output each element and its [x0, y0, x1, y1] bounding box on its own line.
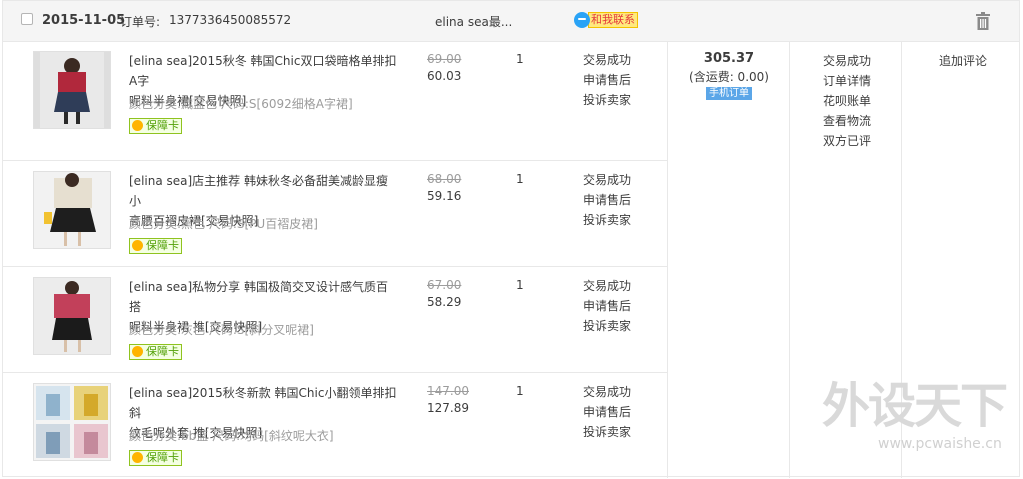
- coin-icon: [132, 120, 143, 131]
- order-checkbox[interactable]: [21, 13, 33, 25]
- product-thumbnail[interactable]: [33, 383, 111, 461]
- shipping-fee: (含运费: 0.00): [689, 70, 769, 84]
- coin-icon: [132, 452, 143, 463]
- guarantee-badge-label: 保障卡: [146, 119, 179, 132]
- add-review-link[interactable]: 追加评论: [939, 51, 987, 71]
- item-service-links: 交易成功 申请售后 投诉卖家: [583, 382, 631, 442]
- product-photo-icon: [34, 172, 110, 248]
- order-item: [elina sea]私物分享 韩国极简交叉设计感气质百搭 呢料半身裙 推[交易…: [3, 267, 667, 373]
- item-status: 交易成功: [583, 385, 632, 399]
- product-title-line: [elina sea]2015秋冬新款 韩国Chic小翻领单排扣斜: [129, 386, 397, 420]
- coin-icon: [132, 346, 143, 357]
- original-price: 69.00: [427, 52, 462, 66]
- huabei-bill-link[interactable]: 花呗账单: [823, 91, 871, 111]
- chat-bubble-icon: [574, 12, 590, 28]
- product-photo-icon: [34, 52, 110, 128]
- item-status: 交易成功: [583, 279, 632, 293]
- order-date: 2015-11-05: [42, 13, 126, 28]
- guarantee-badge-label: 保障卡: [146, 239, 179, 252]
- order-item: [elina sea]2015秋冬 韩国Chic双口袋暗格单排扣A字 呢料半身裙…: [3, 41, 667, 161]
- item-status: 交易成功: [583, 53, 632, 67]
- guarantee-badge-label: 保障卡: [146, 451, 179, 464]
- original-price: 67.00: [427, 278, 462, 292]
- order-item: [elina sea]2015秋冬新款 韩国Chic小翻领单排扣斜 纹毛呢外套 …: [3, 373, 667, 478]
- item-service-links: 交易成功 申请售后 投诉卖家: [583, 50, 631, 110]
- order-total: 305.37: [703, 51, 755, 66]
- product-thumbnail[interactable]: [33, 51, 111, 129]
- order-number: 1377336450085572: [169, 13, 292, 27]
- order-total-cell: 305.37 (含运费: 0.00) 手机订单: [669, 51, 789, 100]
- view-logistics-link[interactable]: 查看物流: [823, 111, 871, 131]
- order-status-links: 交易成功 订单详情 花呗账单 查看物流 双方已评: [823, 51, 871, 151]
- paid-price: 59.16: [427, 189, 462, 203]
- product-title-line: [elina sea]店主推荐 韩妹秋冬必备甜美减龄显瘦小: [129, 174, 388, 208]
- watermark-url: www.pcwaishe.cn: [878, 436, 1002, 452]
- item-service-links: 交易成功 申请售后 投诉卖家: [583, 276, 631, 336]
- contact-seller-button[interactable]: 和我联系: [574, 12, 638, 30]
- watermark: 外设天下 www.pcwaishe.cn: [822, 378, 1008, 452]
- product-attributes: 颜色分类:黑色 尺码:S[PU百褶皮裙]: [129, 217, 318, 231]
- product-title-line: [elina sea]私物分享 韩国极简交叉设计感气质百搭: [129, 280, 388, 314]
- product-thumbnail[interactable]: [33, 277, 111, 355]
- order-detail-link[interactable]: 订单详情: [823, 71, 871, 91]
- guarantee-badge[interactable]: 保障卡: [129, 238, 182, 254]
- quantity: 1: [516, 52, 524, 66]
- paid-price: 60.03: [427, 69, 462, 83]
- product-title-line: [elina sea]2015秋冬 韩国Chic双口袋暗格单排扣A字: [129, 54, 397, 88]
- original-price: 68.00: [427, 172, 462, 186]
- apply-aftersale-link[interactable]: 申请售后: [583, 402, 631, 422]
- product-attributes: 颜色分类:bb蓝 尺码:均码[斜纹呢大衣]: [129, 429, 334, 443]
- order-status: 交易成功: [823, 54, 872, 68]
- paid-price: 58.29: [427, 295, 462, 309]
- contact-seller-label: 和我联系: [588, 12, 638, 28]
- quantity: 1: [516, 278, 524, 292]
- coin-icon: [132, 240, 143, 251]
- watermark-text: 外设天下: [822, 378, 1008, 434]
- guarantee-badge-label: 保障卡: [146, 345, 179, 358]
- column-divider: [667, 41, 668, 478]
- product-attributes: 颜色分类:灰色 尺码:S[斜分叉呢裙]: [129, 323, 314, 337]
- complain-seller-link[interactable]: 投诉卖家: [583, 316, 631, 336]
- quantity: 1: [516, 384, 524, 398]
- apply-aftersale-link[interactable]: 申请售后: [583, 190, 631, 210]
- complain-seller-link[interactable]: 投诉卖家: [583, 422, 631, 442]
- original-price: 147.00: [427, 384, 469, 398]
- shop-name-link[interactable]: elina sea最...: [435, 13, 512, 30]
- apply-aftersale-link[interactable]: 申请售后: [583, 296, 631, 316]
- order-item: [elina sea]店主推荐 韩妹秋冬必备甜美减龄显瘦小 高腰百褶皮裙[交易快…: [3, 161, 667, 267]
- mobile-order-tag: 手机订单: [706, 87, 752, 100]
- order-header: 2015-11-05 订单号: 1377336450085572 elina s…: [3, 1, 1019, 42]
- complain-seller-link[interactable]: 投诉卖家: [583, 210, 631, 230]
- apply-aftersale-link[interactable]: 申请售后: [583, 70, 631, 90]
- paid-price: 127.89: [427, 401, 469, 415]
- item-status: 交易成功: [583, 173, 632, 187]
- order-number-label: 订单号:: [120, 15, 161, 29]
- complain-seller-link[interactable]: 投诉卖家: [583, 90, 631, 110]
- column-divider: [789, 41, 790, 478]
- product-photo-icon: [34, 384, 110, 460]
- product-attributes: 颜色分类:藏蓝色 尺码:S[6092细格A字裙]: [129, 97, 353, 111]
- product-photo-icon: [34, 278, 110, 354]
- guarantee-badge[interactable]: 保障卡: [129, 450, 182, 466]
- quantity: 1: [516, 172, 524, 186]
- product-thumbnail[interactable]: [33, 171, 111, 249]
- reviewed-status: 双方已评: [823, 134, 872, 148]
- guarantee-badge[interactable]: 保障卡: [129, 118, 182, 134]
- guarantee-badge[interactable]: 保障卡: [129, 344, 182, 360]
- item-service-links: 交易成功 申请售后 投诉卖家: [583, 170, 631, 230]
- trash-icon[interactable]: [975, 12, 991, 30]
